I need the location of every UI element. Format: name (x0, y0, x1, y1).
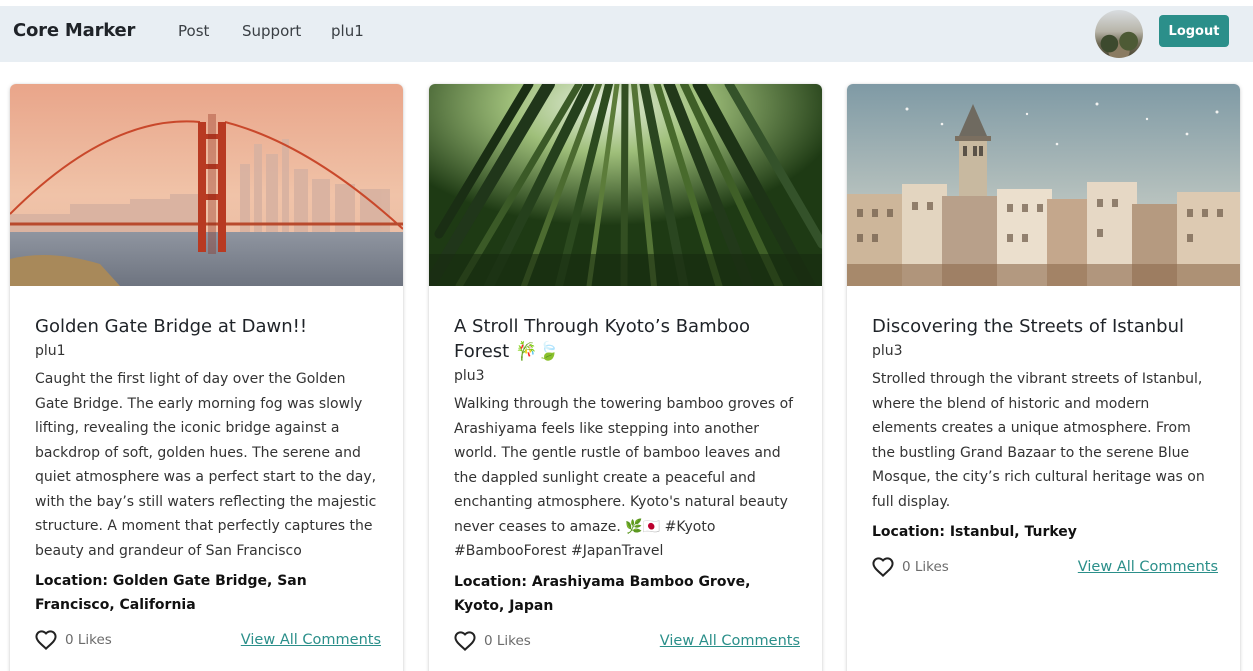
post-description: Walking through the towering bamboo grov… (454, 396, 794, 559)
post-card: Golden Gate Bridge at Dawn!! plu1 Caught… (10, 84, 403, 671)
post-card-body: Discovering the Streets of Istanbul plu3… (872, 314, 1218, 580)
heart-icon[interactable] (872, 557, 894, 577)
like-button[interactable]: 0 Likes (454, 630, 531, 651)
nav-link-user[interactable]: plu1 (331, 22, 364, 40)
post-title[interactable]: A Stroll Through Kyoto’s Bamboo Forest 🎋… (454, 314, 800, 364)
avatar[interactable] (1095, 10, 1143, 58)
like-button[interactable]: 0 Likes (872, 557, 949, 577)
post-card-body: Golden Gate Bridge at Dawn!! plu1 Caught… (35, 314, 381, 653)
post-card-body: A Stroll Through Kyoto’s Bamboo Forest 🎋… (454, 314, 800, 654)
post-actions: 0 Likes View All Comments (454, 628, 800, 654)
likes-count: 0 Likes (65, 632, 112, 648)
like-button[interactable]: 0 Likes (35, 630, 112, 650)
heart-icon[interactable] (35, 630, 57, 650)
nav-link-support[interactable]: Support (242, 22, 301, 40)
post-actions: 0 Likes View All Comments (35, 627, 381, 653)
post-description: Caught the first light of day over the G… (35, 371, 377, 559)
post-author: plu3 (872, 343, 903, 359)
golden-gate-bridge-photo (10, 84, 403, 286)
post-author: plu1 (35, 343, 66, 359)
brand-logo[interactable]: Core Marker (13, 20, 135, 41)
view-all-comments-link[interactable]: View All Comments (1078, 559, 1218, 575)
post-card: Discovering the Streets of Istanbul plu3… (847, 84, 1240, 671)
view-all-comments-link[interactable]: View All Comments (660, 633, 800, 649)
post-title[interactable]: Discovering the Streets of Istanbul (872, 314, 1218, 339)
logout-button[interactable]: Logout (1159, 15, 1229, 47)
view-all-comments-link[interactable]: View All Comments (241, 632, 381, 648)
post-description: Strolled through the vibrant streets of … (872, 371, 1205, 510)
post-location: Location: Arashiyama Bamboo Grove, Kyoto… (454, 573, 751, 614)
istanbul-galata-tower-photo (847, 84, 1240, 286)
heart-icon[interactable] (454, 630, 476, 651)
post-actions: 0 Likes View All Comments (872, 554, 1218, 580)
post-title[interactable]: Golden Gate Bridge at Dawn!! (35, 314, 381, 339)
navbar: Core Marker Post Support plu1 Logout (0, 6, 1253, 62)
likes-count: 0 Likes (484, 632, 531, 649)
nav-link-post[interactable]: Post (178, 22, 209, 40)
post-location: Location: Golden Gate Bridge, San Franci… (35, 573, 307, 613)
post-author: plu3 (454, 368, 485, 384)
post-location: Location: Istanbul, Turkey (872, 524, 1077, 540)
post-card: A Stroll Through Kyoto’s Bamboo Forest 🎋… (429, 84, 822, 671)
likes-count: 0 Likes (902, 559, 949, 575)
bamboo-forest-photo (429, 84, 822, 286)
